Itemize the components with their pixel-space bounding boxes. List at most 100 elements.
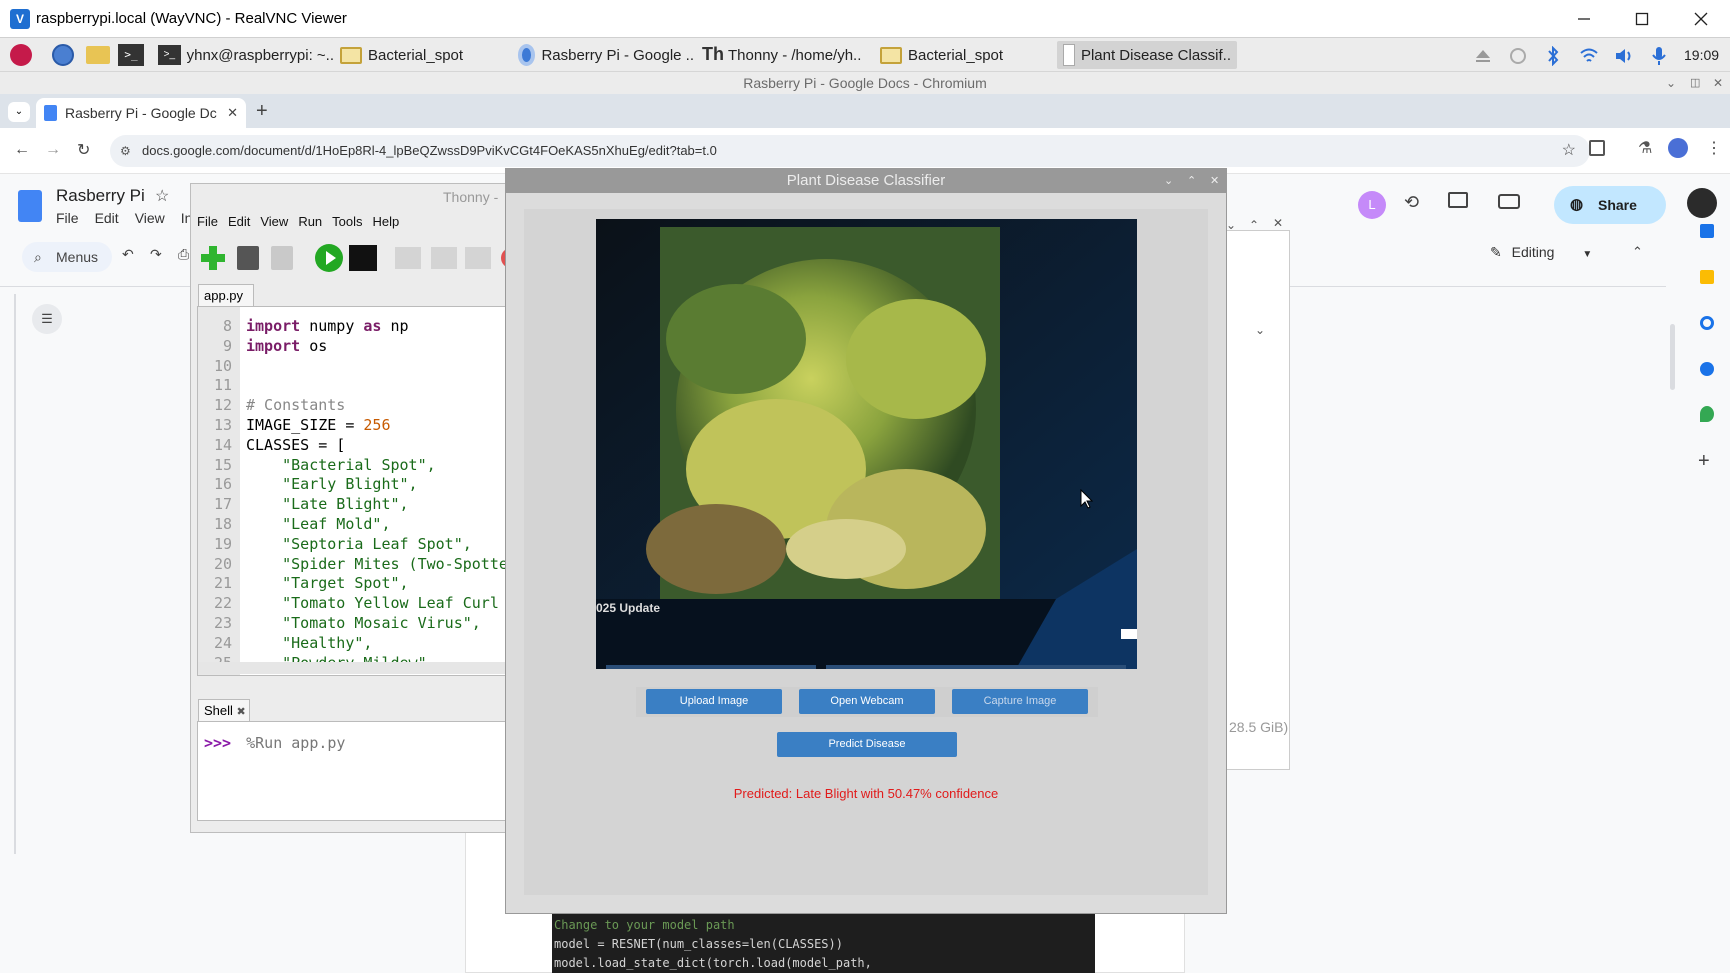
chevron-down-icon[interactable]: ⌄ — [1226, 218, 1236, 232]
extensions-icon[interactable] — [1589, 140, 1605, 156]
contacts-icon[interactable] — [1700, 362, 1714, 376]
close-icon[interactable]: ✕ — [1713, 72, 1723, 94]
file-manager-icon[interactable] — [86, 46, 110, 64]
taskbar-item-classifier[interactable]: Plant Disease Classif.. — [1057, 41, 1237, 69]
open-file-icon[interactable] — [237, 246, 259, 270]
wifi-icon[interactable] — [1578, 45, 1600, 67]
add-addon-icon[interactable]: + — [1698, 450, 1710, 473]
bluetooth-icon[interactable] — [1542, 45, 1564, 67]
menu-edit[interactable]: Edit — [228, 214, 250, 229]
predict-disease-button[interactable]: Predict Disease — [777, 732, 957, 757]
bookmark-star-icon[interactable]: ☆ — [1562, 135, 1576, 167]
eject-icon[interactable] — [1472, 45, 1494, 67]
menu-view[interactable]: View — [260, 214, 288, 229]
menu-run[interactable]: Run — [298, 214, 322, 229]
horizontal-scrollbar[interactable] — [198, 662, 520, 674]
share-button[interactable]: ◍ Share — [1554, 186, 1666, 224]
volume-icon[interactable] — [1613, 45, 1635, 67]
google-docs-logo-icon[interactable] — [18, 190, 42, 222]
editing-mode-dropdown[interactable]: ✎ Editing ▼ — [1490, 244, 1592, 261]
menu-edit[interactable]: Edit — [95, 210, 119, 226]
more-menu-icon[interactable]: ⋮ — [1706, 138, 1722, 158]
menu-help[interactable]: Help — [373, 214, 400, 229]
chevron-up-icon[interactable]: ⌃ — [1249, 218, 1259, 232]
calendar-icon[interactable] — [1700, 224, 1714, 238]
chevron-down-icon[interactable]: ⌄ — [1255, 323, 1265, 337]
taskbar-item-chromium[interactable]: Rasberry Pi - Google .. — [518, 41, 694, 69]
labs-icon[interactable]: ⚗ — [1638, 138, 1652, 158]
taskbar-item-folder[interactable]: Bacterial_spot — [880, 41, 1050, 69]
code-line: 21 "Target Spot", — [198, 574, 508, 594]
menus-search[interactable]: ⌕ Menus — [22, 242, 112, 272]
print-icon[interactable]: ⎙ — [178, 246, 189, 263]
collapse-menu-icon[interactable]: ⌃ — [1632, 244, 1643, 260]
browser-tab-docs[interactable]: Rasberry Pi - Google Dc ✕ — [36, 98, 246, 128]
shell-tab[interactable]: Shell ✖ — [198, 699, 250, 721]
profile-icon[interactable] — [1668, 138, 1688, 158]
forward-icon[interactable]: → — [45, 141, 61, 159]
tasks-icon[interactable] — [1700, 316, 1714, 330]
menu-tools[interactable]: Tools — [332, 214, 362, 229]
debug-icon[interactable] — [349, 245, 377, 271]
outline-icon[interactable]: ☰ — [32, 304, 62, 334]
shell-panel[interactable]: >>> %Run app.py — [197, 721, 521, 821]
code-editor[interactable]: 8 import numpy as np 9 import os 10 11 12 # Con… — [197, 306, 521, 676]
capture-image-button[interactable]: Capture Image — [952, 689, 1088, 714]
run-icon[interactable] — [315, 244, 343, 272]
close-icon[interactable]: ✕ — [1273, 216, 1283, 230]
close-icon[interactable]: ✕ — [1210, 169, 1219, 193]
code-line: 8 import numpy as np — [198, 317, 508, 337]
maps-icon[interactable] — [1700, 406, 1714, 422]
keep-icon[interactable] — [1700, 270, 1714, 284]
taskbar-item-folder[interactable]: Bacterial_spot — [340, 41, 510, 69]
close-icon[interactable] — [1688, 6, 1714, 32]
menu-file[interactable]: File — [197, 214, 218, 229]
restore-icon[interactable]: ◫ — [1690, 72, 1700, 94]
redo-icon[interactable]: ↷ — [150, 246, 162, 263]
star-icon[interactable]: ☆ — [155, 186, 169, 206]
new-tab-icon[interactable]: + — [256, 100, 268, 123]
step-out-icon[interactable] — [465, 247, 491, 269]
save-file-icon[interactable] — [271, 246, 293, 270]
tab-search-icon[interactable]: ⌄ — [8, 102, 30, 122]
terminal-icon[interactable]: >_ — [118, 44, 144, 66]
code-line: model.load_state_dict(torch.load(model_p… — [554, 956, 872, 970]
image-overlay-text: 025 Update — [596, 601, 661, 615]
avatar[interactable]: L — [1358, 191, 1386, 219]
update-icon[interactable] — [1507, 45, 1529, 67]
reload-icon[interactable]: ↻ — [77, 140, 90, 160]
editor-tab[interactable]: app.py ✖ — [198, 284, 254, 325]
chevron-down-icon[interactable]: ⌄ — [1666, 72, 1676, 94]
open-webcam-button[interactable]: Open Webcam — [799, 689, 935, 714]
taskbar-item-terminal[interactable]: >_ yhnx@raspberrypi: ~.. — [158, 41, 334, 69]
back-icon[interactable]: ← — [14, 141, 30, 159]
comments-icon[interactable] — [1448, 192, 1468, 208]
site-settings-icon[interactable]: ⚙ — [120, 135, 131, 167]
url-input[interactable]: ⚙ docs.google.com/document/d/1HoEp8Rl-4_… — [110, 135, 1590, 167]
minimize-icon[interactable] — [1571, 6, 1597, 32]
code-line: 14 CLASSES = [ — [198, 436, 508, 456]
undo-icon[interactable]: ↶ — [122, 246, 134, 263]
microphone-icon[interactable] — [1648, 45, 1670, 67]
taskbar-item-thonny[interactable]: Th Thonny - /home/yh.. — [702, 41, 872, 69]
menu-view[interactable]: View — [135, 210, 165, 226]
step-into-icon[interactable] — [431, 247, 457, 269]
new-file-icon[interactable] — [199, 244, 227, 272]
chevron-down-icon[interactable]: ⌄ — [1164, 169, 1173, 193]
browser-icon[interactable] — [52, 44, 74, 66]
meet-icon[interactable] — [1498, 194, 1520, 209]
raspberry-menu-icon[interactable] — [10, 44, 32, 66]
scrollbar[interactable] — [1670, 324, 1675, 390]
upload-image-button[interactable]: Upload Image — [646, 689, 782, 714]
menu-file[interactable]: File — [56, 210, 79, 226]
close-tab-icon[interactable]: ✖ — [237, 706, 246, 718]
version-history-icon[interactable]: ⟲ — [1404, 192, 1419, 213]
maximize-icon[interactable] — [1629, 6, 1655, 32]
mouse-cursor-icon — [1080, 489, 1094, 509]
step-over-icon[interactable] — [395, 247, 421, 269]
folder-icon — [880, 46, 902, 64]
document-title[interactable]: Rasberry Pi — [56, 186, 145, 206]
account-avatar[interactable] — [1687, 188, 1717, 218]
close-tab-icon[interactable]: ✕ — [227, 105, 238, 121]
chevron-up-icon[interactable]: ⌃ — [1187, 169, 1196, 193]
